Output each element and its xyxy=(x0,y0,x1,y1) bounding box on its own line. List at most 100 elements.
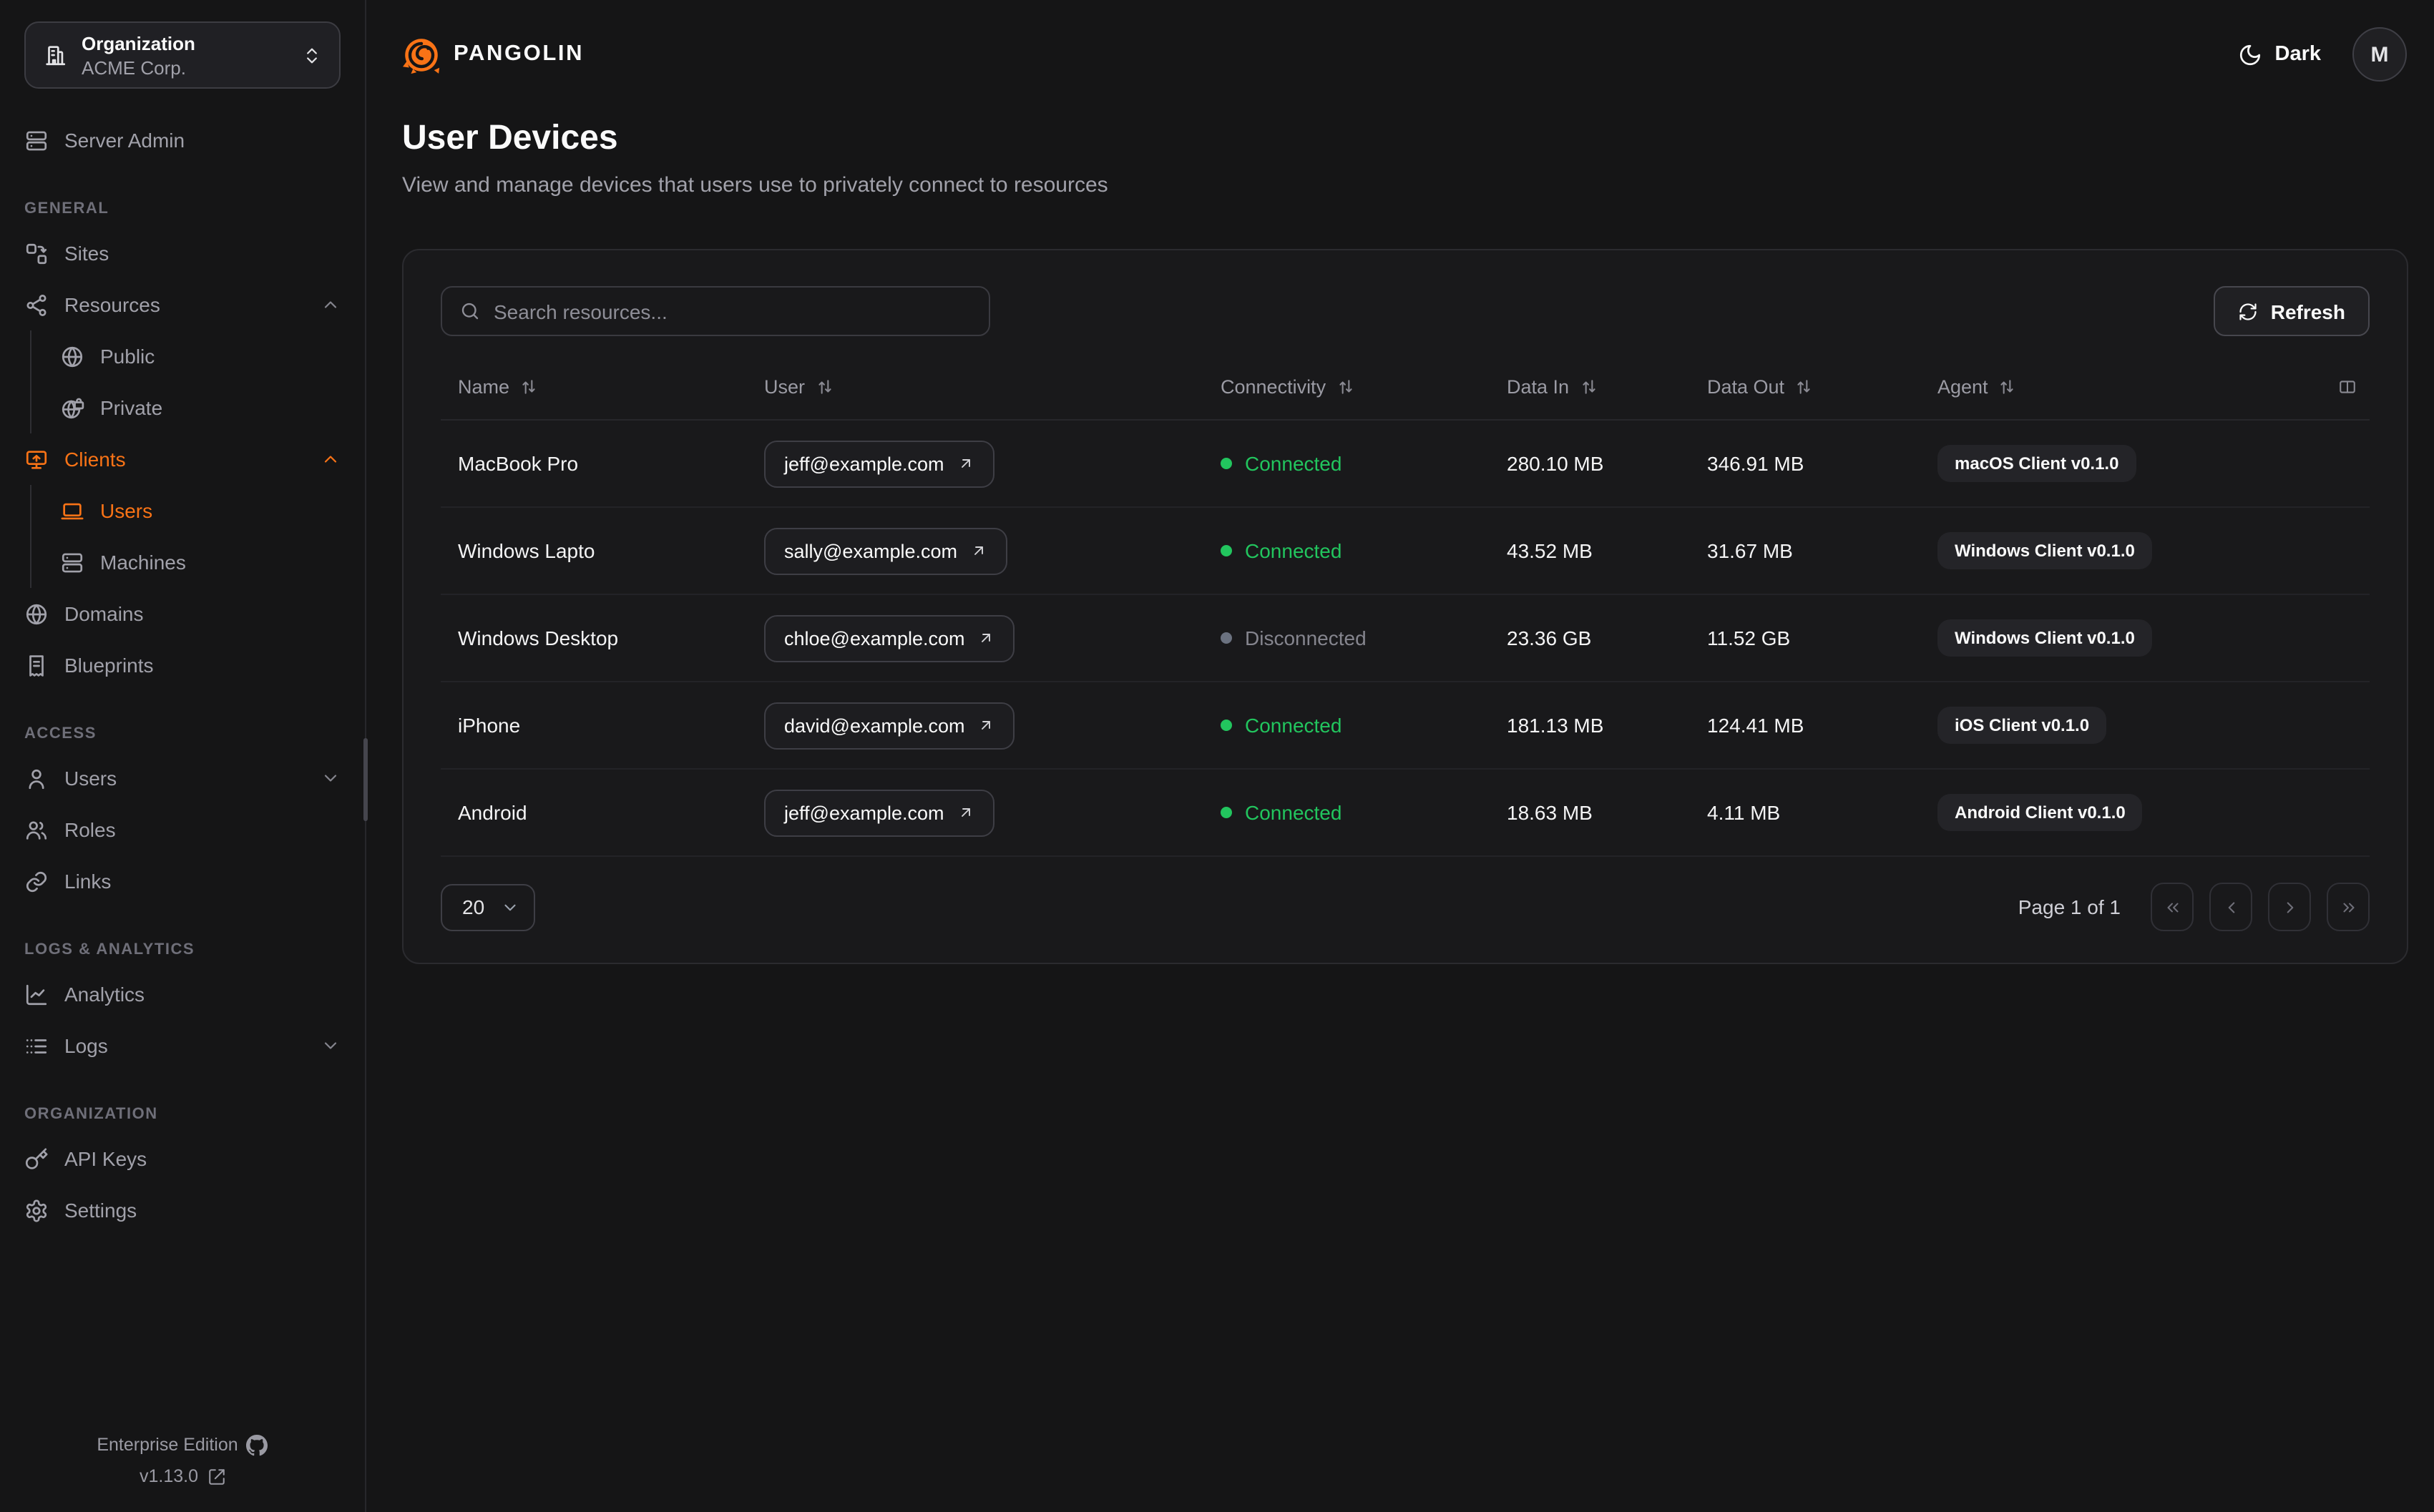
column-header-connectivity[interactable]: Connectivity xyxy=(1221,375,1507,397)
device-name: iPhone xyxy=(458,714,521,737)
sidebar-item-label: Logs xyxy=(64,1034,108,1057)
sidebar-item-analytics[interactable]: Analytics xyxy=(24,968,341,1020)
logs-list-icon xyxy=(26,1039,47,1053)
sidebar-item-domains[interactable]: Domains xyxy=(24,588,341,639)
arrow-up-right-icon xyxy=(961,808,970,817)
sidebar-item-label: Blueprints xyxy=(64,654,154,677)
sidebar: Organization ACME Corp. Server Admin GEN… xyxy=(0,0,368,1512)
version-link[interactable]: v1.13.0 xyxy=(0,1461,365,1492)
devices-card: Refresh Name User Connectivity Da xyxy=(402,249,2408,964)
column-header-data-out[interactable]: Data Out xyxy=(1707,375,1937,397)
chevron-up-icon xyxy=(324,456,337,463)
user-link[interactable]: chloe@example.com xyxy=(764,614,1015,662)
status-dot xyxy=(1221,545,1232,556)
link-icon xyxy=(26,870,47,892)
sidebar-item-roles[interactable]: Roles xyxy=(24,804,341,855)
last-page-button[interactable] xyxy=(2327,883,2370,931)
data-in-value: 280.10 MB xyxy=(1507,452,1604,475)
chart-line-icon xyxy=(26,983,47,1005)
chevron-down-icon xyxy=(324,775,337,782)
sidebar-item-private[interactable]: Private xyxy=(60,382,341,433)
sidebar-scrollbar-thumb[interactable] xyxy=(363,738,368,821)
table-row: MacBook Pro jeff@example.com Connected 2… xyxy=(441,421,2370,508)
sidebar-item-users[interactable]: Users xyxy=(24,752,341,804)
sidebar-item-clients[interactable]: Clients xyxy=(24,433,341,485)
section-access: ACCESS xyxy=(24,725,97,742)
data-out-value: 346.91 MB xyxy=(1707,452,1804,475)
sidebar-item-server-admin[interactable]: Server Admin xyxy=(24,114,341,166)
theme-label: Dark xyxy=(2274,43,2322,66)
sidebar-item-logs[interactable]: Logs xyxy=(24,1020,341,1071)
sidebar-item-api-keys[interactable]: API Keys xyxy=(24,1133,341,1184)
key-icon xyxy=(25,1147,48,1169)
data-out-value: 11.52 GB xyxy=(1707,627,1791,649)
first-page-button[interactable] xyxy=(2151,883,2194,931)
globe-icon xyxy=(26,603,47,624)
chevron-down-icon xyxy=(504,903,516,910)
user-link[interactable]: david@example.com xyxy=(764,702,1015,749)
sites-icon xyxy=(26,242,47,264)
column-header-user[interactable]: User xyxy=(764,375,1221,397)
chevron-right-icon xyxy=(2286,901,2293,913)
server-icon xyxy=(26,130,47,150)
table-row: Windows Desktop chloe@example.com Discon… xyxy=(441,595,2370,682)
sidebar-item-label: Analytics xyxy=(64,983,145,1006)
refresh-button[interactable]: Refresh xyxy=(2213,286,2370,336)
sidebar-item-label: Links xyxy=(64,870,112,893)
page-size-value: 20 xyxy=(462,895,485,918)
sidebar-item-label: Roles xyxy=(64,818,116,841)
sidebar-item-label: Server Admin xyxy=(64,129,185,152)
brand: PANGOLIN xyxy=(402,35,584,74)
column-header-data-in[interactable]: Data In xyxy=(1507,375,1707,397)
github-icon[interactable] xyxy=(246,1434,268,1455)
clients-sub-list: Users Machines xyxy=(30,485,341,588)
card-toolbar: Refresh xyxy=(441,286,2370,336)
avatar[interactable]: M xyxy=(2352,27,2407,82)
data-in-value: 18.63 MB xyxy=(1507,801,1593,824)
sort-icon xyxy=(2000,379,2014,393)
chevrons-left-icon xyxy=(2166,902,2178,912)
server-icon xyxy=(62,552,83,572)
monitor-up-icon xyxy=(26,450,47,468)
sidebar-item-sites[interactable]: Sites xyxy=(24,227,341,279)
sidebar-item-resources[interactable]: Resources xyxy=(24,279,341,330)
section-logs-analytics: LOGS & ANALYTICS xyxy=(24,941,195,958)
user-link[interactable]: sally@example.com xyxy=(764,527,1007,574)
sidebar-item-label: Resources xyxy=(64,293,160,316)
org-switcher[interactable]: Organization ACME Corp. xyxy=(24,21,341,89)
resources-sub-list: Public Private xyxy=(30,330,341,433)
sidebar-footer: Enterprise Edition v1.13.0 xyxy=(0,1429,365,1492)
page-size-select[interactable]: 20 xyxy=(441,883,535,931)
theme-toggle[interactable]: Dark xyxy=(2238,42,2322,67)
agent-sort[interactable]: Agent xyxy=(1937,375,2017,397)
sidebar-item-blueprints[interactable]: Blueprints xyxy=(24,639,341,691)
agent-badge: macOS Client v0.1.0 xyxy=(1937,445,2136,482)
sidebar-item-public[interactable]: Public xyxy=(60,330,341,382)
building-icon xyxy=(46,46,66,66)
receipt-icon xyxy=(29,654,44,676)
user-link[interactable]: jeff@example.com xyxy=(764,789,994,836)
search-input[interactable] xyxy=(494,300,972,323)
next-page-button[interactable] xyxy=(2268,883,2311,931)
sidebar-item-label: Machines xyxy=(100,551,186,574)
connectivity-status: Disconnected xyxy=(1221,627,1507,649)
columns-toggle-icon[interactable] xyxy=(2338,377,2357,396)
user-link[interactable]: jeff@example.com xyxy=(764,440,994,487)
prev-page-button[interactable] xyxy=(2209,883,2252,931)
sidebar-item-label: Users xyxy=(100,499,153,522)
table-footer: 20 Page 1 of 1 xyxy=(441,883,2370,931)
column-header-name[interactable]: Name xyxy=(458,375,764,397)
sidebar-nav: Server Admin GENERAL Sites Resources Pub… xyxy=(0,89,365,1429)
sidebar-item-label: Clients xyxy=(64,448,126,471)
agent-badge: Android Client v0.1.0 xyxy=(1937,794,2143,831)
sort-icon xyxy=(522,379,535,393)
device-name: Windows Desktop xyxy=(458,627,619,649)
sidebar-item-label: API Keys xyxy=(64,1147,147,1170)
sidebar-item-machines[interactable]: Machines xyxy=(60,536,341,588)
arrow-up-right-icon xyxy=(961,459,970,468)
sidebar-item-client-users[interactable]: Users xyxy=(60,485,341,536)
sidebar-item-links[interactable]: Links xyxy=(24,855,341,907)
refresh-label: Refresh xyxy=(2270,300,2345,323)
table-row: Windows Lapto sally@example.com Connecte… xyxy=(441,508,2370,595)
sidebar-item-settings[interactable]: Settings xyxy=(24,1184,341,1236)
